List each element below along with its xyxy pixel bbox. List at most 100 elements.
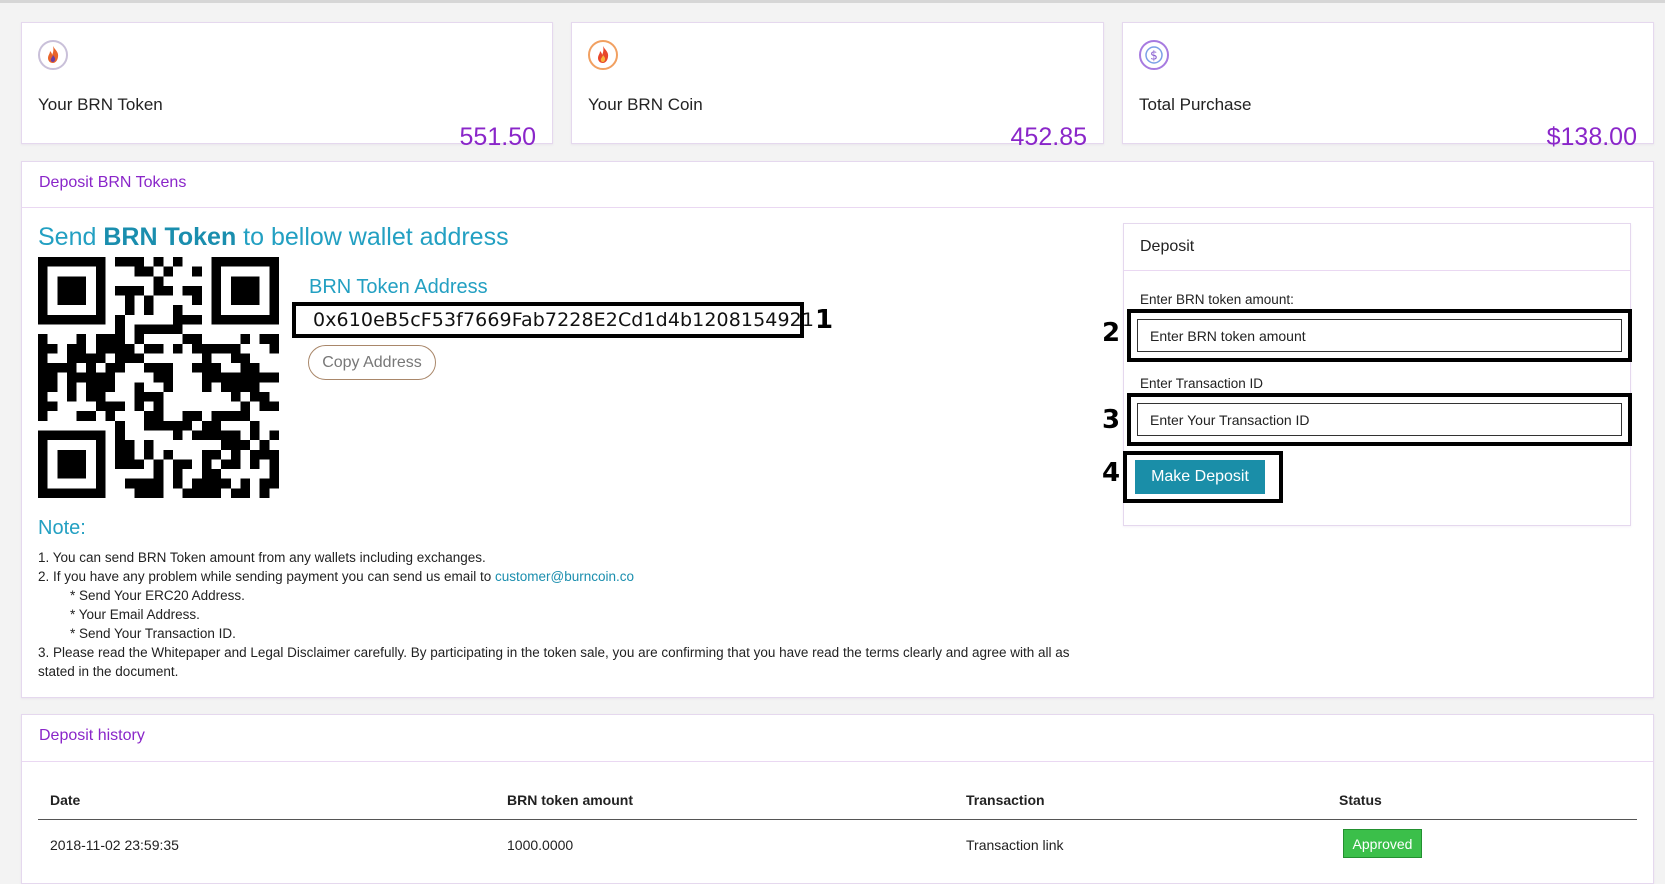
qr-module xyxy=(95,430,106,441)
qr-module xyxy=(38,382,48,392)
qr-module xyxy=(144,488,154,498)
qr-module xyxy=(163,324,173,335)
qr-module xyxy=(144,440,154,450)
qr-module xyxy=(221,440,231,450)
qr-module xyxy=(153,488,164,498)
qr-module xyxy=(211,314,222,325)
qr-module xyxy=(211,372,222,383)
qr-module xyxy=(124,295,135,306)
transaction-id-input[interactable]: Enter Your Transaction ID xyxy=(1137,403,1622,436)
stat-value: 551.50 xyxy=(459,123,536,151)
stat-card-brn-token: Your BRN Token 551.50 xyxy=(21,22,553,151)
qr-module xyxy=(211,343,222,354)
qr-module xyxy=(250,372,260,383)
qr-module xyxy=(230,276,241,286)
flame-icon xyxy=(588,40,618,70)
qr-module xyxy=(163,420,173,431)
qr-module xyxy=(211,469,222,479)
column-header-transaction: Transaction xyxy=(966,792,1045,808)
column-header-date: Date xyxy=(50,792,81,808)
qr-module xyxy=(240,478,251,489)
qr-module xyxy=(66,285,77,296)
qr-module xyxy=(153,285,164,296)
qr-module xyxy=(211,488,222,498)
qr-module xyxy=(95,266,106,277)
qr-module xyxy=(47,382,58,392)
qr-module xyxy=(95,391,106,402)
qr-module xyxy=(230,488,241,498)
support-email-link[interactable]: customer@burncoin.co xyxy=(495,569,634,584)
qr-module xyxy=(76,411,87,421)
qr-module xyxy=(144,343,154,354)
svg-text:$: $ xyxy=(1150,49,1158,63)
qr-module xyxy=(95,469,106,479)
qr-module xyxy=(172,305,183,315)
qr-module xyxy=(172,420,183,431)
qr-module xyxy=(230,382,241,392)
qr-module xyxy=(95,353,106,364)
stat-value: 452.85 xyxy=(1010,123,1087,151)
qr-module xyxy=(182,334,193,344)
qr-module xyxy=(144,449,154,460)
note-list: 1. You can send BRN Token amount from an… xyxy=(38,548,1098,681)
column-header-status: Status xyxy=(1339,792,1382,808)
qr-module xyxy=(47,343,58,354)
qr-module xyxy=(221,382,231,392)
qr-module xyxy=(192,266,202,277)
qr-module xyxy=(230,285,241,296)
qr-module xyxy=(201,382,212,392)
wallet-address-box[interactable]: 0x610eB5cF53f7669Fab7228E2Cd1d4b12081549… xyxy=(292,302,814,338)
row-amount: 1000.0000 xyxy=(507,837,574,853)
qr-module xyxy=(124,353,135,364)
qr-module xyxy=(172,478,183,489)
copy-address-button[interactable]: Copy Address xyxy=(308,345,436,380)
qr-module xyxy=(153,363,164,373)
qr-module xyxy=(115,363,125,373)
qr-module xyxy=(95,285,106,296)
qr-module xyxy=(38,363,48,373)
qr-module xyxy=(153,411,164,421)
top-border xyxy=(0,0,1665,3)
table-header-divider xyxy=(38,819,1637,820)
brn-amount-input[interactable]: Enter BRN token amount xyxy=(1137,319,1622,352)
qr-module xyxy=(47,430,58,441)
qr-module xyxy=(230,257,241,267)
qr-module xyxy=(115,420,125,431)
qr-module xyxy=(38,459,48,470)
qr-module xyxy=(230,440,241,450)
qr-module xyxy=(240,382,251,392)
qr-module xyxy=(201,459,212,470)
qr-module xyxy=(259,449,270,460)
qr-module xyxy=(201,488,212,498)
qr-module xyxy=(38,478,48,489)
note-subitem: * Your Email Address. xyxy=(70,607,200,622)
qr-module xyxy=(192,314,202,325)
qr-module xyxy=(230,449,241,460)
qr-module xyxy=(124,285,135,296)
qr-module xyxy=(115,353,125,364)
qr-module xyxy=(76,449,87,460)
make-deposit-button[interactable]: Make Deposit xyxy=(1135,460,1265,494)
wallet-address[interactable]: 0x610eB5cF53f7669Fab7228E2Cd1d4b12081549… xyxy=(313,309,814,331)
qr-module xyxy=(57,285,67,296)
qr-module xyxy=(250,295,260,306)
transaction-link[interactable]: Transaction link xyxy=(966,837,1064,853)
qr-module xyxy=(105,401,116,412)
qr-module xyxy=(144,295,154,306)
qr-module xyxy=(95,449,106,460)
qr-module xyxy=(211,257,222,267)
qr-module xyxy=(134,391,145,402)
qr-module xyxy=(105,334,116,344)
qr-module xyxy=(163,372,173,383)
qr-module xyxy=(172,459,183,470)
qr-module xyxy=(259,488,270,498)
qr-module xyxy=(57,257,67,267)
column-header-amount: BRN token amount xyxy=(507,792,633,808)
qr-module xyxy=(144,363,154,373)
qr-module xyxy=(38,295,48,306)
qr-module xyxy=(115,401,125,412)
qr-module xyxy=(86,353,96,364)
qr-module xyxy=(57,276,67,286)
qr-module xyxy=(250,449,260,460)
qr-module xyxy=(230,343,241,354)
